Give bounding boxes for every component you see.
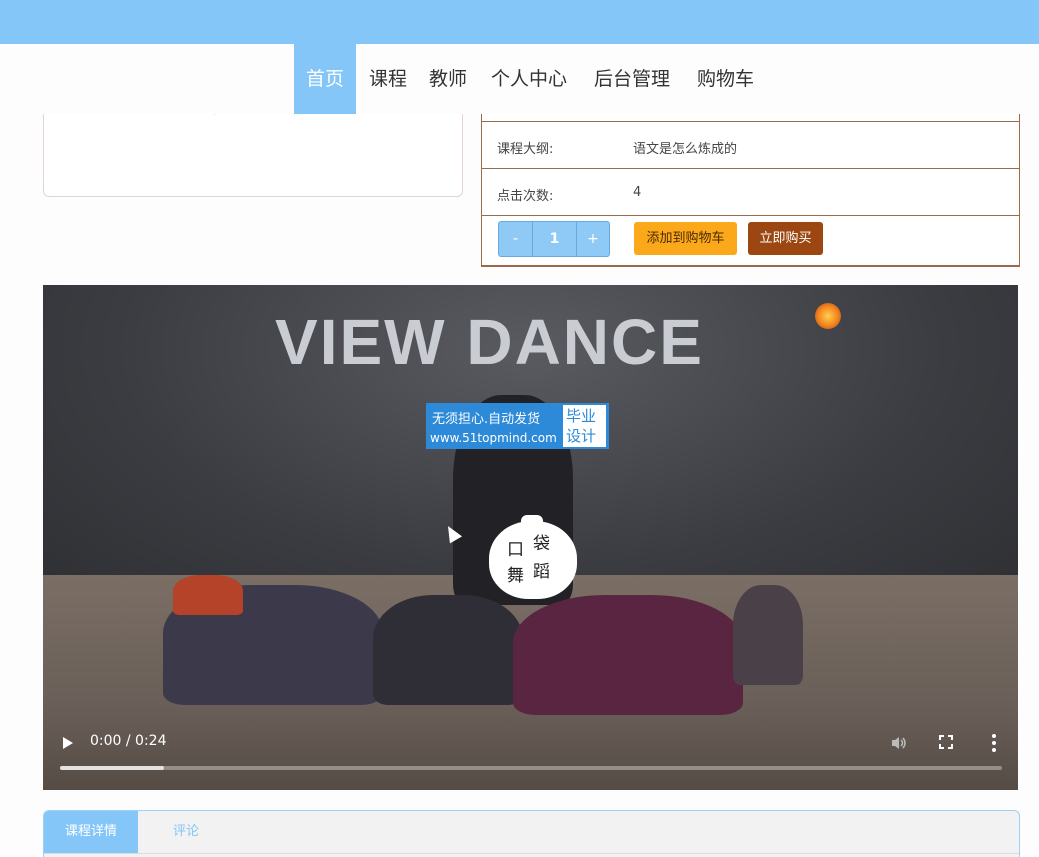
click-count-label: 点击次数: bbox=[497, 189, 554, 204]
increment-button[interactable]: + bbox=[577, 222, 609, 256]
badge-knot bbox=[521, 515, 543, 527]
tab-comments[interactable]: 评论 bbox=[138, 811, 234, 853]
logo-char: 舞 bbox=[507, 566, 524, 586]
table-divider bbox=[482, 215, 1019, 216]
logo-char: 口 bbox=[507, 540, 524, 560]
video-controls: 0:00 / 0:24 bbox=[43, 725, 1018, 790]
dancer-figure bbox=[513, 595, 743, 715]
dance-logo-badge: 口 袋 舞 蹈 bbox=[489, 515, 577, 599]
stage-light bbox=[815, 303, 841, 329]
tab-course-details[interactable]: 课程详情 bbox=[44, 811, 138, 853]
outline-value: 语文是怎么炼成的 bbox=[633, 142, 738, 157]
buy-now-button[interactable]: 立即购买 bbox=[748, 222, 823, 255]
video-scene-text: VIEW DANCE bbox=[275, 306, 704, 378]
watermark-side2: 设计 bbox=[566, 427, 597, 445]
dancer-figure bbox=[733, 585, 803, 685]
video-progress-bar[interactable] bbox=[60, 766, 1002, 770]
nav-item-admin[interactable]: 后台管理 bbox=[594, 44, 670, 114]
fullscreen-icon[interactable] bbox=[939, 735, 953, 749]
nav-item-home[interactable]: 首页 bbox=[294, 44, 356, 114]
watermark-line1: 无须担心.自动发货 bbox=[432, 412, 541, 427]
more-options-icon[interactable] bbox=[991, 733, 997, 753]
logo-char: 袋 bbox=[533, 534, 550, 554]
nav-item-courses[interactable]: 课程 bbox=[369, 44, 407, 114]
video-buffered-bar bbox=[60, 766, 164, 770]
tab-underline bbox=[44, 853, 1019, 854]
dancer-figure bbox=[373, 595, 523, 705]
nav-item-teachers[interactable]: 教师 bbox=[429, 44, 467, 114]
course-info-table: 课程大纲: 语文是怎么炼成的 点击次数: 4 - 1 + 添加到购物车 立即购买 bbox=[481, 114, 1020, 267]
play-icon[interactable] bbox=[63, 737, 73, 749]
video-player[interactable]: VIEW DANCE 无须担心.自动发货 www.51topmind.com 毕… bbox=[43, 285, 1018, 790]
outline-label: 课程大纲: bbox=[497, 142, 554, 157]
add-to-cart-button[interactable]: 添加到购物车 bbox=[634, 222, 737, 255]
logo-char: 蹈 bbox=[533, 562, 550, 582]
quantity-input[interactable]: 1 bbox=[533, 222, 576, 256]
dancer-hair bbox=[173, 575, 243, 615]
click-count-value: 4 bbox=[633, 185, 642, 200]
decrement-button[interactable]: - bbox=[499, 222, 532, 256]
table-divider bbox=[482, 168, 1019, 169]
detail-tabs: 课程详情 评论 bbox=[43, 810, 1020, 857]
volume-icon[interactable] bbox=[891, 736, 907, 750]
quantity-stepper: - 1 + bbox=[498, 221, 610, 257]
video-time-display: 0:00 / 0:24 bbox=[90, 733, 167, 749]
watermark-side1: 毕业 bbox=[566, 407, 597, 425]
watermark-line2: www.51topmind.com bbox=[430, 431, 557, 445]
main-nav: 首页 课程 教师 个人中心 后台管理 购物车 bbox=[0, 44, 1039, 114]
nav-item-personal-center[interactable]: 个人中心 bbox=[491, 44, 567, 114]
watermark-banner: 无须担心.自动发货 www.51topmind.com 毕业 设计 bbox=[426, 403, 609, 449]
table-divider bbox=[482, 121, 1019, 122]
top-banner bbox=[0, 0, 1039, 44]
nav-item-cart[interactable]: 购物车 bbox=[697, 44, 754, 114]
